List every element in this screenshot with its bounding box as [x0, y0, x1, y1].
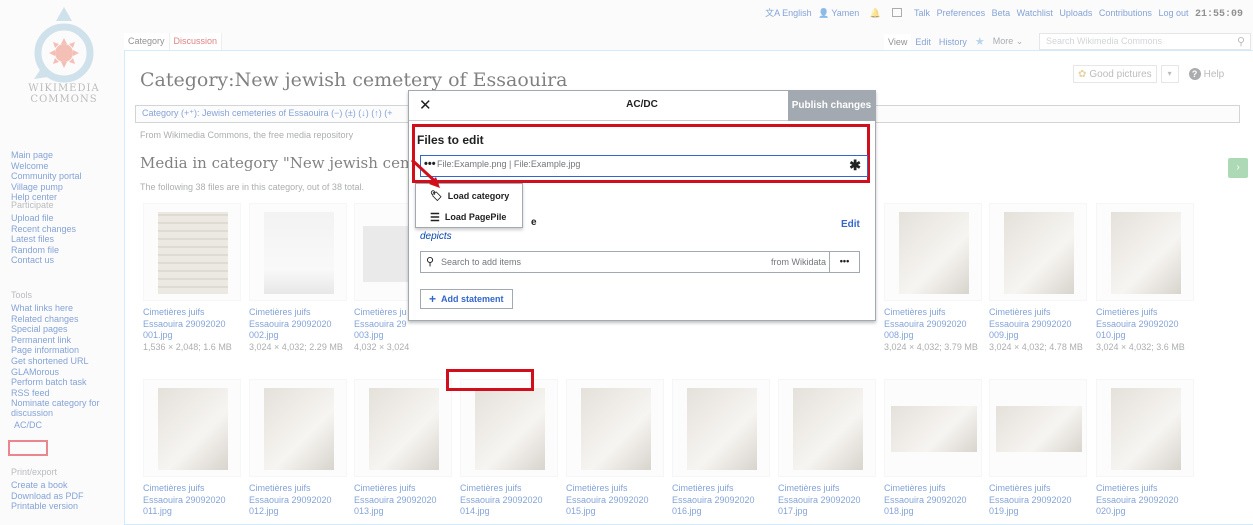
- publish-changes-button[interactable]: Publish changes: [788, 91, 875, 121]
- load-category-highlight: [446, 369, 534, 391]
- statement-property-fragment: e: [531, 217, 537, 228]
- edit-statement-link[interactable]: Edit: [841, 219, 860, 230]
- dialog-header: ✕ AC/DC Publish changes: [409, 91, 875, 121]
- load-pagepile-label: Load PagePile: [444, 212, 507, 222]
- load-files-menu: 🏷 Load category ☰ Load PagePile: [415, 183, 534, 391]
- files-to-edit-label: Files to edit: [417, 133, 484, 147]
- depicts-property-link[interactable]: depicts: [420, 231, 452, 242]
- tag-icon: 🏷: [430, 190, 443, 202]
- add-statement-button[interactable]: + Add statement: [420, 289, 513, 309]
- search-items-input[interactable]: ⚲ Search to add items from Wikidata •••: [420, 251, 860, 273]
- plus-icon: +: [429, 292, 437, 306]
- required-asterisk-icon: ✱: [849, 157, 861, 173]
- add-statement-label: Add statement: [441, 294, 504, 304]
- search-source-label: from Wikidata: [770, 257, 826, 267]
- files-to-edit-placeholder: File:Example.png | File:Example.jpg: [437, 159, 581, 169]
- more-options-icon[interactable]: •••: [829, 252, 859, 272]
- search-items-placeholder: Search to add items: [441, 257, 522, 267]
- load-category-label: Load category: [447, 191, 510, 201]
- menu-item-load-category[interactable]: 🏷 Load category: [430, 187, 509, 205]
- files-to-edit-input[interactable]: ••• File:Example.png | File:Example.jpg …: [420, 155, 868, 177]
- menu-item-load-pagepile[interactable]: ☰ Load PagePile: [430, 208, 506, 226]
- list-icon: ☰: [430, 211, 440, 224]
- more-options-icon[interactable]: •••: [424, 158, 436, 170]
- search-icon: ⚲: [426, 256, 435, 268]
